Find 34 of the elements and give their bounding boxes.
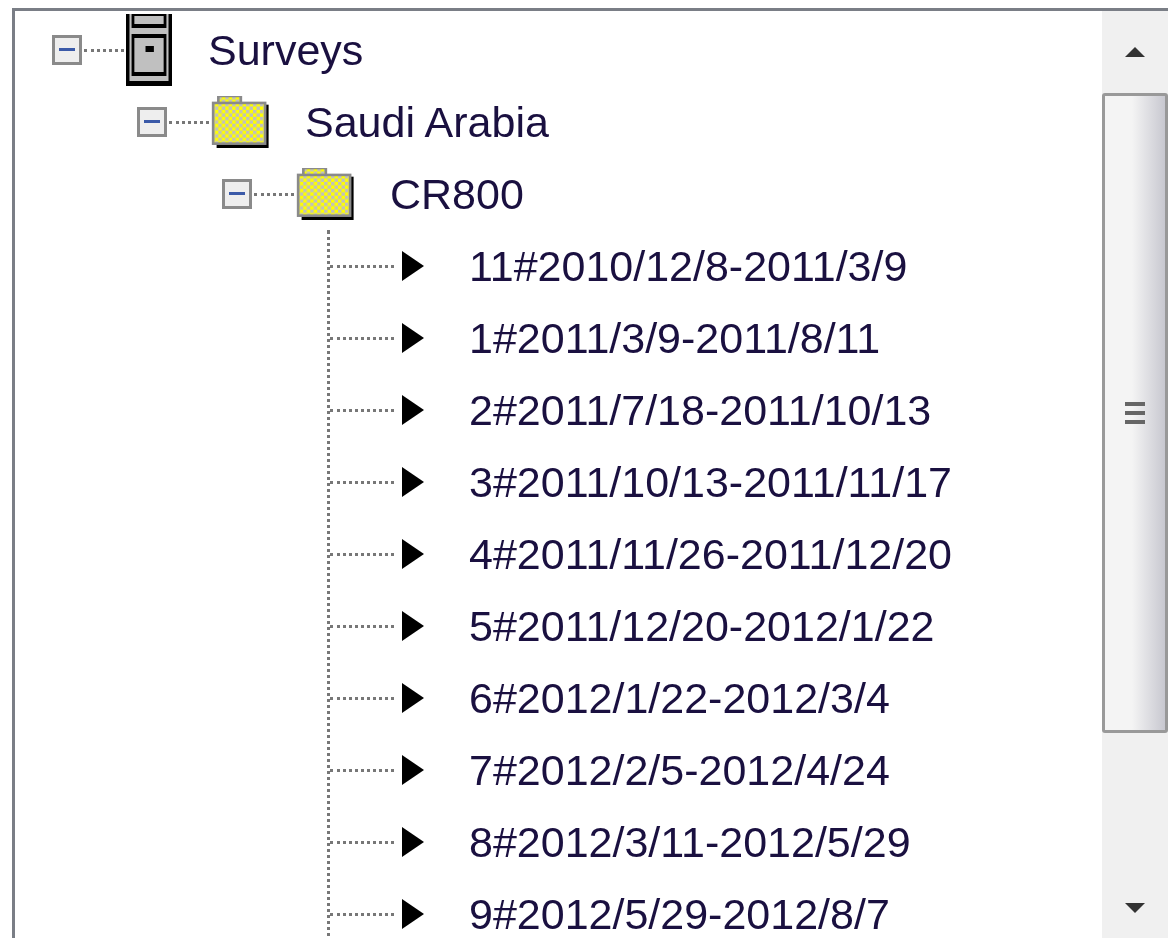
tree-item[interactable]: 6#2012/1/22-2012/3/4: [469, 676, 890, 720]
up-arrow-icon: [1125, 47, 1145, 57]
triangle-icon: [402, 899, 424, 929]
grip-icon: [1125, 402, 1145, 424]
triangle-icon: [402, 251, 424, 281]
triangle-icon: [402, 467, 424, 497]
tree-item[interactable]: 5#2011/12/20-2012/1/22: [469, 604, 935, 648]
down-arrow-icon: [1125, 903, 1145, 913]
collapse-icon[interactable]: [52, 35, 82, 65]
tree-item[interactable]: 7#2012/2/5-2012/4/24: [469, 748, 890, 792]
collapse-icon[interactable]: [137, 107, 167, 137]
triangle-icon: [402, 395, 424, 425]
triangle-icon: [402, 755, 424, 785]
tree-item[interactable]: Surveys: [208, 28, 364, 72]
tree-item[interactable]: 3#2011/10/13-2011/11/17: [469, 460, 952, 504]
collapse-icon[interactable]: [222, 179, 252, 209]
tree-item[interactable]: 11#2010/12/8-2011/3/9: [469, 244, 908, 288]
tree-item[interactable]: 4#2011/11/26-2011/12/20: [469, 532, 952, 576]
triangle-icon: [402, 323, 424, 353]
tree-item[interactable]: 2#2011/7/18-2011/10/13: [469, 388, 932, 432]
tree-item[interactable]: 9#2012/5/29-2012/8/7: [469, 892, 890, 936]
scrollbar[interactable]: [1102, 11, 1168, 938]
triangle-icon: [402, 827, 424, 857]
folder-icon: [211, 96, 269, 148]
cabinet-icon: [126, 14, 172, 86]
folder-icon: [296, 168, 354, 220]
scroll-thumb[interactable]: [1102, 93, 1168, 733]
triangle-icon: [402, 611, 424, 641]
tree-item[interactable]: CR800: [390, 172, 524, 216]
tree-item[interactable]: 1#2011/3/9-2011/8/11: [469, 316, 881, 360]
tree-item[interactable]: Saudi Arabia: [305, 100, 549, 144]
tree-item[interactable]: 8#2012/3/11-2012/5/29: [469, 820, 911, 864]
triangle-icon: [402, 683, 424, 713]
triangle-icon: [402, 539, 424, 569]
